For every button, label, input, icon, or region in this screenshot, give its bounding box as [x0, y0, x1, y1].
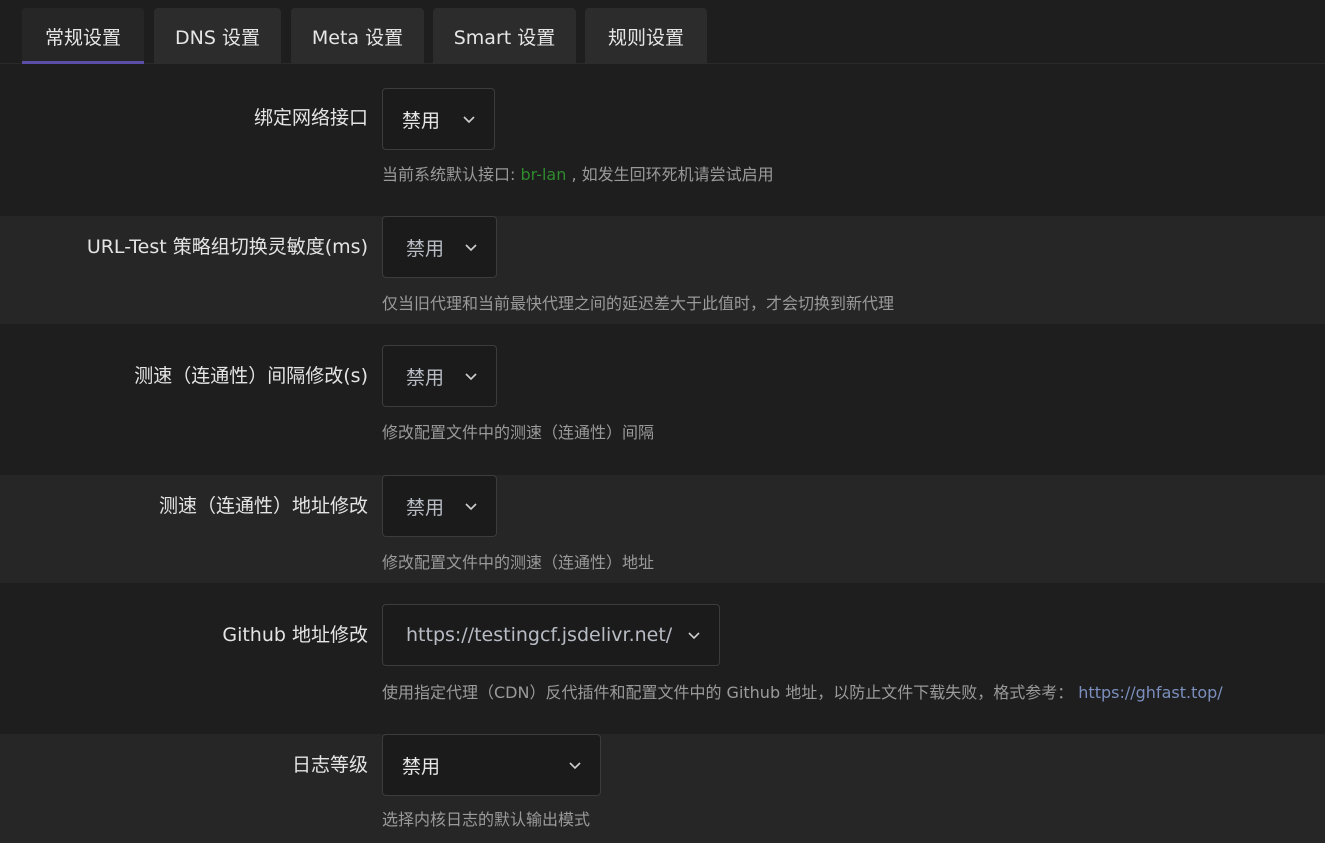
tab-label: Meta 设置 — [311, 26, 404, 49]
speedtest-url-select[interactable]: 禁用 — [382, 475, 497, 537]
select-value: 禁用 — [406, 237, 445, 260]
tab-meta-settings[interactable]: Meta 设置 — [291, 8, 424, 64]
setting-hint: 当前系统默认接口: br-lan , 如发生回环死机请尝试启用 — [382, 161, 774, 185]
github-url-select[interactable]: https://testingcf.jsdelivr.net/ — [382, 604, 720, 666]
setting-hint: 使用指定代理（CDN）反代插件和配置文件中的 Github 地址，以防止文件下载… — [382, 679, 1223, 703]
setting-label: 测速（连通性）地址修改 — [158, 495, 368, 517]
settings-tab-bar: 常规设置 DNS 设置 Meta 设置 Smart 设置 规则设置 — [0, 0, 1325, 64]
tab-label: 常规设置 — [44, 26, 121, 49]
speedtest-interval-select[interactable]: 禁用 — [382, 345, 497, 407]
chevron-down-icon — [465, 244, 477, 252]
default-interface-name: br-lan — [520, 165, 567, 184]
tab-label: Smart 设置 — [453, 26, 556, 49]
setting-row-speedtest-url: 测速（连通性）地址修改 禁用 修改配置文件中的测速（连通性）地址 — [0, 475, 1325, 583]
tab-label: DNS 设置 — [175, 26, 260, 49]
tab-general-settings[interactable]: 常规设置 — [22, 8, 144, 64]
tab-smart-settings[interactable]: Smart 设置 — [433, 8, 576, 64]
chevron-down-icon — [569, 762, 581, 770]
setting-label: URL-Test 策略组切换灵敏度(ms) — [86, 236, 368, 258]
select-value: https://testingcf.jsdelivr.net/ — [406, 624, 673, 646]
setting-label: 日志等级 — [291, 754, 368, 776]
setting-row-log-level: 日志等级 禁用 选择内核日志的默认输出模式 — [0, 734, 1325, 843]
bind-interface-select[interactable]: 禁用 — [382, 88, 495, 150]
hint-text: 当前系统默认接口: — [382, 165, 521, 184]
setting-label: Github 地址修改 — [222, 624, 368, 646]
chevron-down-icon — [465, 503, 477, 511]
setting-hint: 仅当旧代理和当前最快代理之间的延迟差大于此值时，才会切换到新代理 — [382, 294, 895, 313]
setting-hint: 选择内核日志的默认输出模式 — [382, 810, 591, 829]
setting-row-github-url: Github 地址修改 https://testingcf.jsdelivr.n… — [0, 583, 1325, 734]
select-value: 禁用 — [406, 366, 445, 389]
setting-row-bind-interface: 绑定网络接口 禁用 当前系统默认接口: br-lan , 如发生回环死机请尝试启… — [0, 65, 1325, 216]
select-value: 禁用 — [402, 755, 441, 778]
setting-row-url-test-tolerance: URL-Test 策略组切换灵敏度(ms) 禁用 仅当旧代理和当前最快代理之间的… — [0, 216, 1325, 324]
setting-hint: 修改配置文件中的测速（连通性）地址 — [382, 553, 655, 572]
setting-label: 绑定网络接口 — [253, 107, 368, 129]
setting-label: 测速（连通性）间隔修改(s) — [134, 365, 368, 387]
example-link[interactable]: https://ghfast.top/ — [1078, 683, 1222, 702]
url-test-tolerance-select[interactable]: 禁用 — [382, 216, 497, 278]
setting-hint: 修改配置文件中的测速（连通性）间隔 — [382, 423, 655, 442]
chevron-down-icon — [463, 116, 475, 124]
tab-dns-settings[interactable]: DNS 设置 — [154, 8, 281, 64]
hint-text: 使用指定代理（CDN）反代插件和配置文件中的 Github 地址，以防止文件下载… — [382, 683, 1079, 702]
chevron-down-icon — [465, 373, 477, 381]
select-value: 禁用 — [406, 496, 445, 519]
tab-label: 规则设置 — [607, 26, 684, 49]
log-level-select[interactable]: 禁用 — [382, 734, 601, 796]
setting-row-speedtest-interval: 测速（连通性）间隔修改(s) 禁用 修改配置文件中的测速（连通性）间隔 — [0, 324, 1325, 475]
select-value: 禁用 — [402, 109, 441, 132]
tab-rule-settings[interactable]: 规则设置 — [585, 8, 707, 64]
chevron-down-icon — [688, 632, 700, 640]
hint-text: , 如发生回环死机请尝试启用 — [566, 165, 774, 184]
